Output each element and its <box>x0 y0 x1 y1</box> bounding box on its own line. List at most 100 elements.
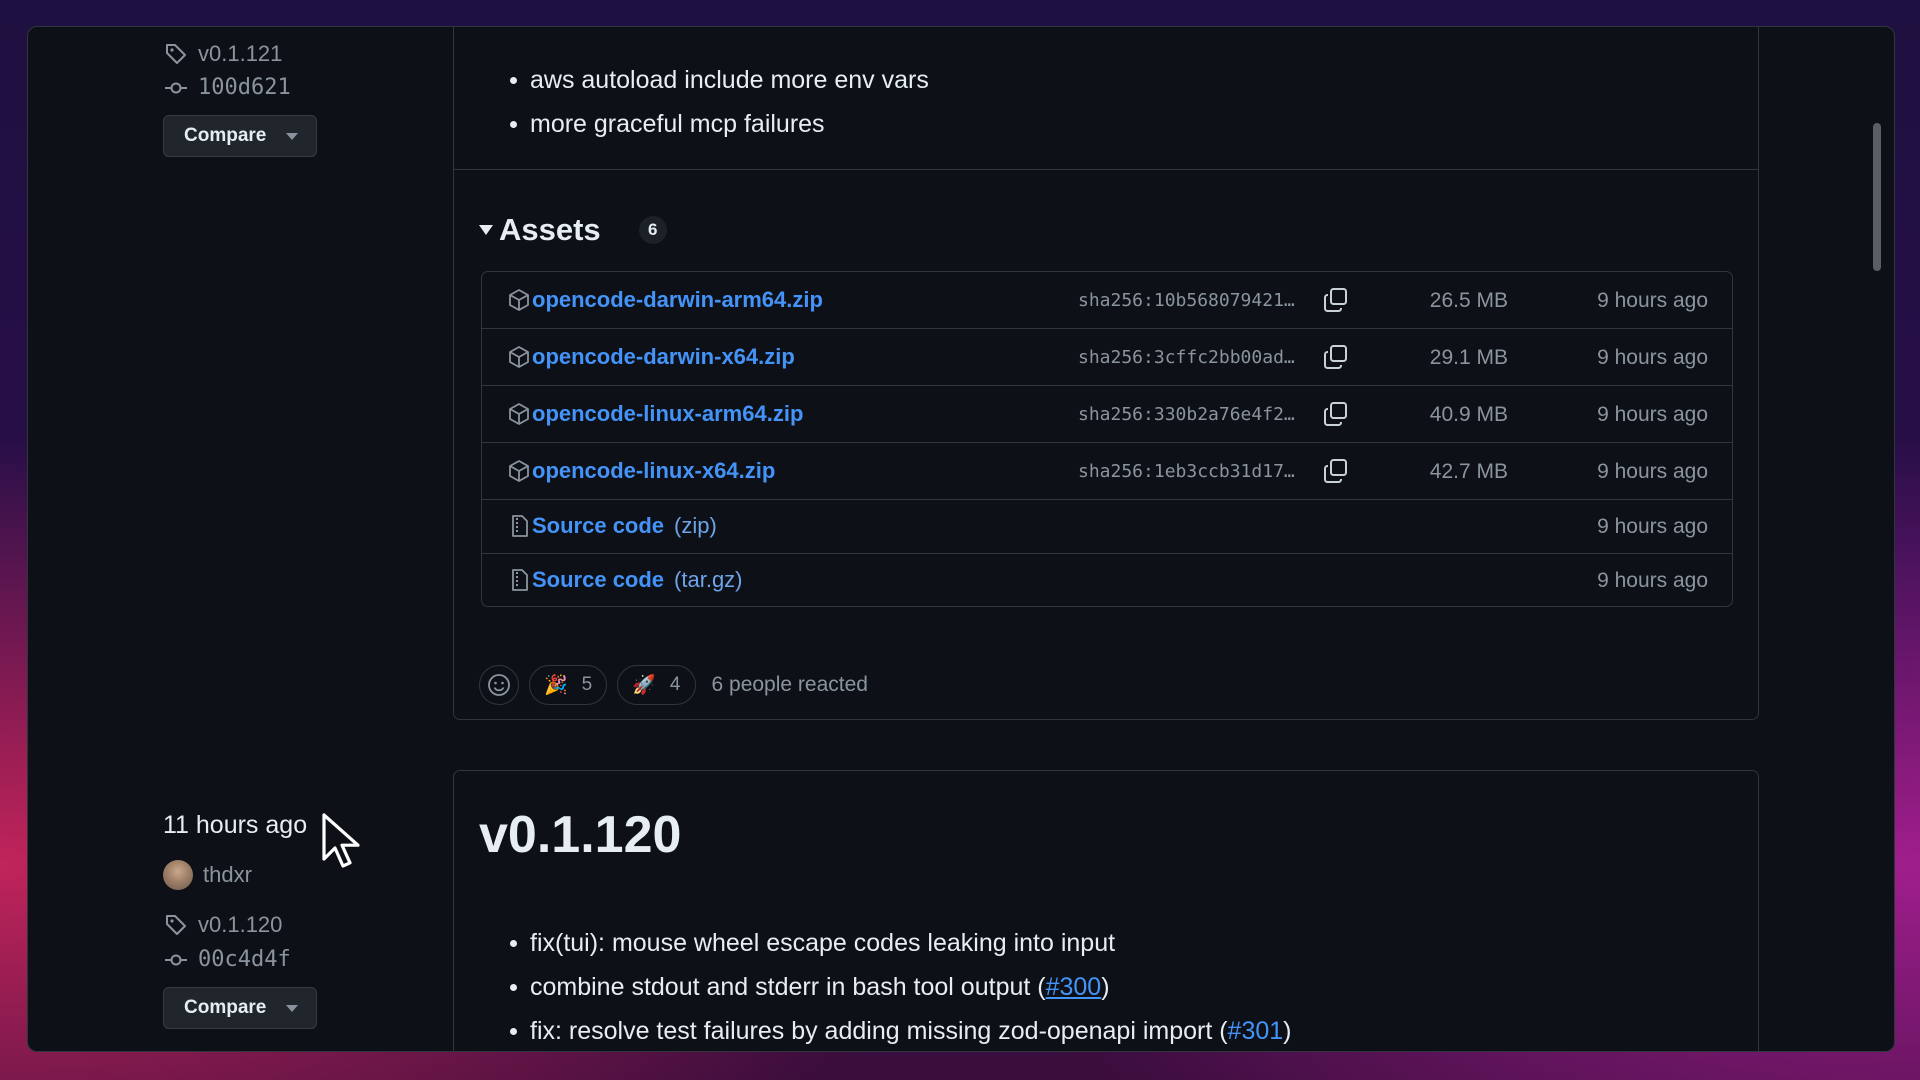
file-zip-icon <box>512 569 528 591</box>
asset-name-wrap: opencode-darwin-arm64.zip <box>508 287 823 313</box>
chevron-down-icon <box>286 1004 298 1012</box>
release-b-author-row: thdxr <box>163 860 252 890</box>
asset-row: opencode-darwin-arm64.zip sha256:10b5680… <box>482 272 1732 329</box>
add-reaction-button[interactable] <box>479 665 519 705</box>
reactions-bar: 🎉 5 🚀 4 6 people reacted <box>479 665 868 705</box>
release-note-text: combine stdout and stderr in bash tool o… <box>530 973 1046 1001</box>
assets-section: Assets 6 opencode-darwin-arm64.zip sha25… <box>479 212 1739 705</box>
asset-size: 29.1 MB <box>1429 346 1508 369</box>
release-b-notes: fix(tui): mouse wheel escape codes leaki… <box>506 921 1292 1051</box>
chevron-down-icon <box>286 132 298 140</box>
reaction-count: 5 <box>581 674 593 695</box>
asset-time: 9 hours ago <box>1597 460 1708 483</box>
release-b-tag-row: v0.1.120 <box>164 912 282 938</box>
release-a-tag-row: v0.1.121 <box>164 41 282 67</box>
compare-label: Compare <box>184 997 267 1018</box>
reacted-summary: 6 people reacted <box>711 673 868 696</box>
release-b-commit[interactable]: 00c4d4f <box>198 947 291 972</box>
source-link[interactable]: Source code <box>532 513 664 539</box>
release-a-commit-row: 100d621 <box>164 75 291 100</box>
source-suffix[interactable]: (zip) <box>674 513 717 539</box>
pr-link[interactable]: #300 <box>1046 973 1102 1001</box>
commit-icon <box>165 82 187 93</box>
asset-link[interactable]: opencode-linux-arm64.zip <box>532 401 803 427</box>
source-row: Source code (tar.gz) 9 hours ago <box>482 554 1732 606</box>
release-a-tag[interactable]: v0.1.121 <box>198 41 282 67</box>
release-note: fix: resolve test failures by adding mis… <box>506 1009 1292 1051</box>
asset-size: 42.7 MB <box>1429 460 1508 483</box>
source-name-wrap: Source code (zip) <box>508 513 717 539</box>
package-icon <box>509 403 529 425</box>
hooray-icon: 🎉 <box>544 675 568 696</box>
asset-name-wrap: opencode-darwin-x64.zip <box>508 344 795 370</box>
release-note-end: ) <box>1101 973 1110 1001</box>
asset-time: 9 hours ago <box>1597 346 1708 369</box>
pr-link[interactable]: #301 <box>1228 1017 1284 1045</box>
assets-table: opencode-darwin-arm64.zip sha256:10b5680… <box>481 271 1733 607</box>
release-b-time: 11 hours ago <box>163 811 308 839</box>
release-b-tag[interactable]: v0.1.120 <box>198 912 282 938</box>
asset-sha: sha256:3cffc2bb00ad… <box>1078 347 1295 368</box>
release-note: more graceful mcp failures <box>506 102 929 146</box>
asset-name-wrap: opencode-linux-arm64.zip <box>508 401 803 427</box>
avatar[interactable] <box>163 860 193 890</box>
release-b-compare-button[interactable]: Compare <box>163 987 317 1029</box>
release-note: aws autoload include more env vars <box>506 58 929 102</box>
asset-sha: sha256:1eb3ccb31d17… <box>1078 461 1295 482</box>
reaction-count: 4 <box>669 674 681 695</box>
release-note: combine stdout and stderr in bash tool o… <box>506 965 1292 1009</box>
divider <box>454 169 1758 170</box>
smiley-icon <box>488 674 510 696</box>
source-time: 9 hours ago <box>1597 569 1708 592</box>
reaction-hooray-button[interactable]: 🎉 5 <box>529 665 608 705</box>
asset-link[interactable]: opencode-darwin-arm64.zip <box>532 287 823 313</box>
release-a-commit[interactable]: 100d621 <box>198 75 291 100</box>
asset-sha: sha256:330b2a76e4f2… <box>1078 404 1295 425</box>
copy-icon[interactable] <box>1323 458 1349 484</box>
release-b-title[interactable]: v0.1.120 <box>479 805 681 865</box>
source-link[interactable]: Source code <box>532 567 664 593</box>
copy-icon[interactable] <box>1323 344 1349 370</box>
source-suffix[interactable]: (tar.gz) <box>674 567 742 593</box>
commit-icon <box>165 954 187 965</box>
release-note-text: fix: resolve test failures by adding mis… <box>530 1017 1228 1045</box>
asset-size: 40.9 MB <box>1429 403 1508 426</box>
source-time: 9 hours ago <box>1597 515 1708 538</box>
tag-icon <box>166 915 186 935</box>
asset-row: opencode-linux-x64.zip sha256:1eb3ccb31d… <box>482 443 1732 500</box>
release-b-commit-row: 00c4d4f <box>164 947 291 972</box>
asset-time: 9 hours ago <box>1597 403 1708 426</box>
asset-link[interactable]: opencode-linux-x64.zip <box>532 458 775 484</box>
assets-summary[interactable]: Assets 6 <box>479 212 667 248</box>
release-note-text: fix(tui): mouse wheel escape codes leaki… <box>530 929 1116 957</box>
compare-label: Compare <box>184 125 267 146</box>
asset-link[interactable]: opencode-darwin-x64.zip <box>532 344 795 370</box>
release-a-compare-button[interactable]: Compare <box>163 115 317 157</box>
asset-sha: sha256:10b568079421… <box>1078 290 1295 311</box>
asset-row: opencode-linux-arm64.zip sha256:330b2a76… <box>482 386 1732 443</box>
mouse-cursor-icon <box>322 813 360 868</box>
scrollbar-thumb[interactable] <box>1873 123 1881 271</box>
release-b-card: v0.1.120 fix(tui): mouse wheel escape co… <box>453 770 1759 1051</box>
browser-window: v0.1.121 100d621 Compare aws autoload in… <box>27 26 1895 1052</box>
release-note-end: ) <box>1283 1017 1292 1045</box>
release-a-notes: aws autoload include more env vars more … <box>506 58 929 146</box>
asset-size: 26.5 MB <box>1429 289 1508 312</box>
triangle-down-icon <box>479 225 493 235</box>
copy-icon[interactable] <box>1323 401 1349 427</box>
assets-title: Assets <box>499 212 601 247</box>
package-icon <box>509 460 529 482</box>
release-a-card: aws autoload include more env vars more … <box>453 27 1759 720</box>
rocket-icon: 🚀 <box>632 675 656 696</box>
package-icon <box>509 289 529 311</box>
asset-name-wrap: opencode-linux-x64.zip <box>508 458 775 484</box>
release-note: fix(tui): mouse wheel escape codes leaki… <box>506 921 1292 965</box>
scrollbar[interactable] <box>1872 31 1882 1043</box>
package-icon <box>509 346 529 368</box>
source-name-wrap: Source code (tar.gz) <box>508 567 743 593</box>
asset-row: opencode-darwin-x64.zip sha256:3cffc2bb0… <box>482 329 1732 386</box>
source-row: Source code (zip) 9 hours ago <box>482 500 1732 554</box>
copy-icon[interactable] <box>1323 287 1349 313</box>
reaction-rocket-button[interactable]: 🚀 4 <box>617 665 696 705</box>
release-b-author[interactable]: thdxr <box>203 862 252 888</box>
